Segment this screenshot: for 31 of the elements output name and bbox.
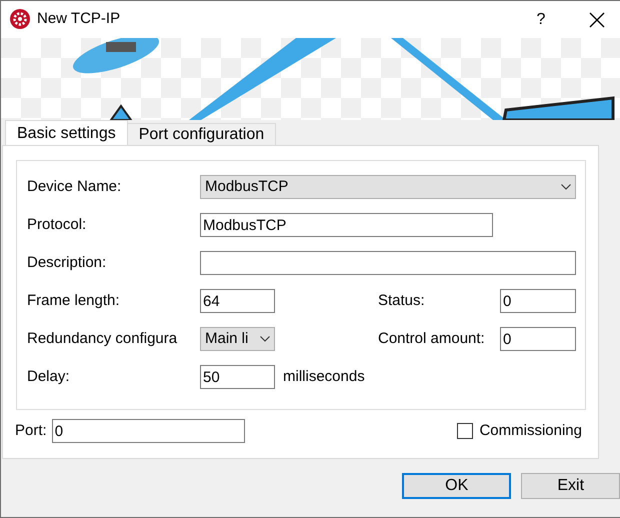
- input-field[interactable]: ModbusTCP: [200, 213, 493, 237]
- field-label: Status:: [378, 290, 426, 311]
- input-field[interactable]: 0: [500, 289, 576, 313]
- help-button[interactable]: ?: [518, 8, 564, 32]
- dropdown[interactable]: ModbusTCP: [200, 175, 576, 199]
- dropdown[interactable]: Main li: [200, 327, 275, 351]
- input-field[interactable]: 50: [200, 365, 275, 389]
- field-label: Protocol:: [27, 214, 88, 235]
- window-title: New TCP-IP: [37, 9, 120, 30]
- dialog-button[interactable]: OK: [402, 473, 512, 499]
- checkbox-label[interactable]: Commissioning: [479, 420, 582, 442]
- tab[interactable]: Port configuration: [126, 123, 276, 145]
- field-label: Control amount:: [378, 328, 486, 349]
- input-field[interactable]: 64: [200, 289, 275, 313]
- checkbox[interactable]: [457, 423, 474, 439]
- input-field[interactable]: 0: [52, 419, 245, 443]
- tab[interactable]: Basic settings: [5, 120, 128, 145]
- field-label: Port:: [15, 420, 47, 441]
- field-label: Redundancy configura: [27, 328, 178, 349]
- input-field[interactable]: [200, 251, 576, 275]
- field-label: Delay:: [27, 366, 71, 387]
- app-gear-icon: [10, 9, 30, 30]
- chevron-down-icon: [260, 336, 270, 342]
- unit-label: milliseconds: [283, 366, 365, 387]
- field-label: Frame length:: [27, 290, 121, 311]
- chevron-down-icon: [561, 184, 571, 190]
- field-label: Description:: [27, 252, 108, 273]
- field-label: Device Name:: [27, 176, 122, 197]
- input-field[interactable]: 0: [500, 327, 576, 351]
- dialog-button[interactable]: Exit: [521, 473, 620, 499]
- close-icon[interactable]: [589, 12, 605, 28]
